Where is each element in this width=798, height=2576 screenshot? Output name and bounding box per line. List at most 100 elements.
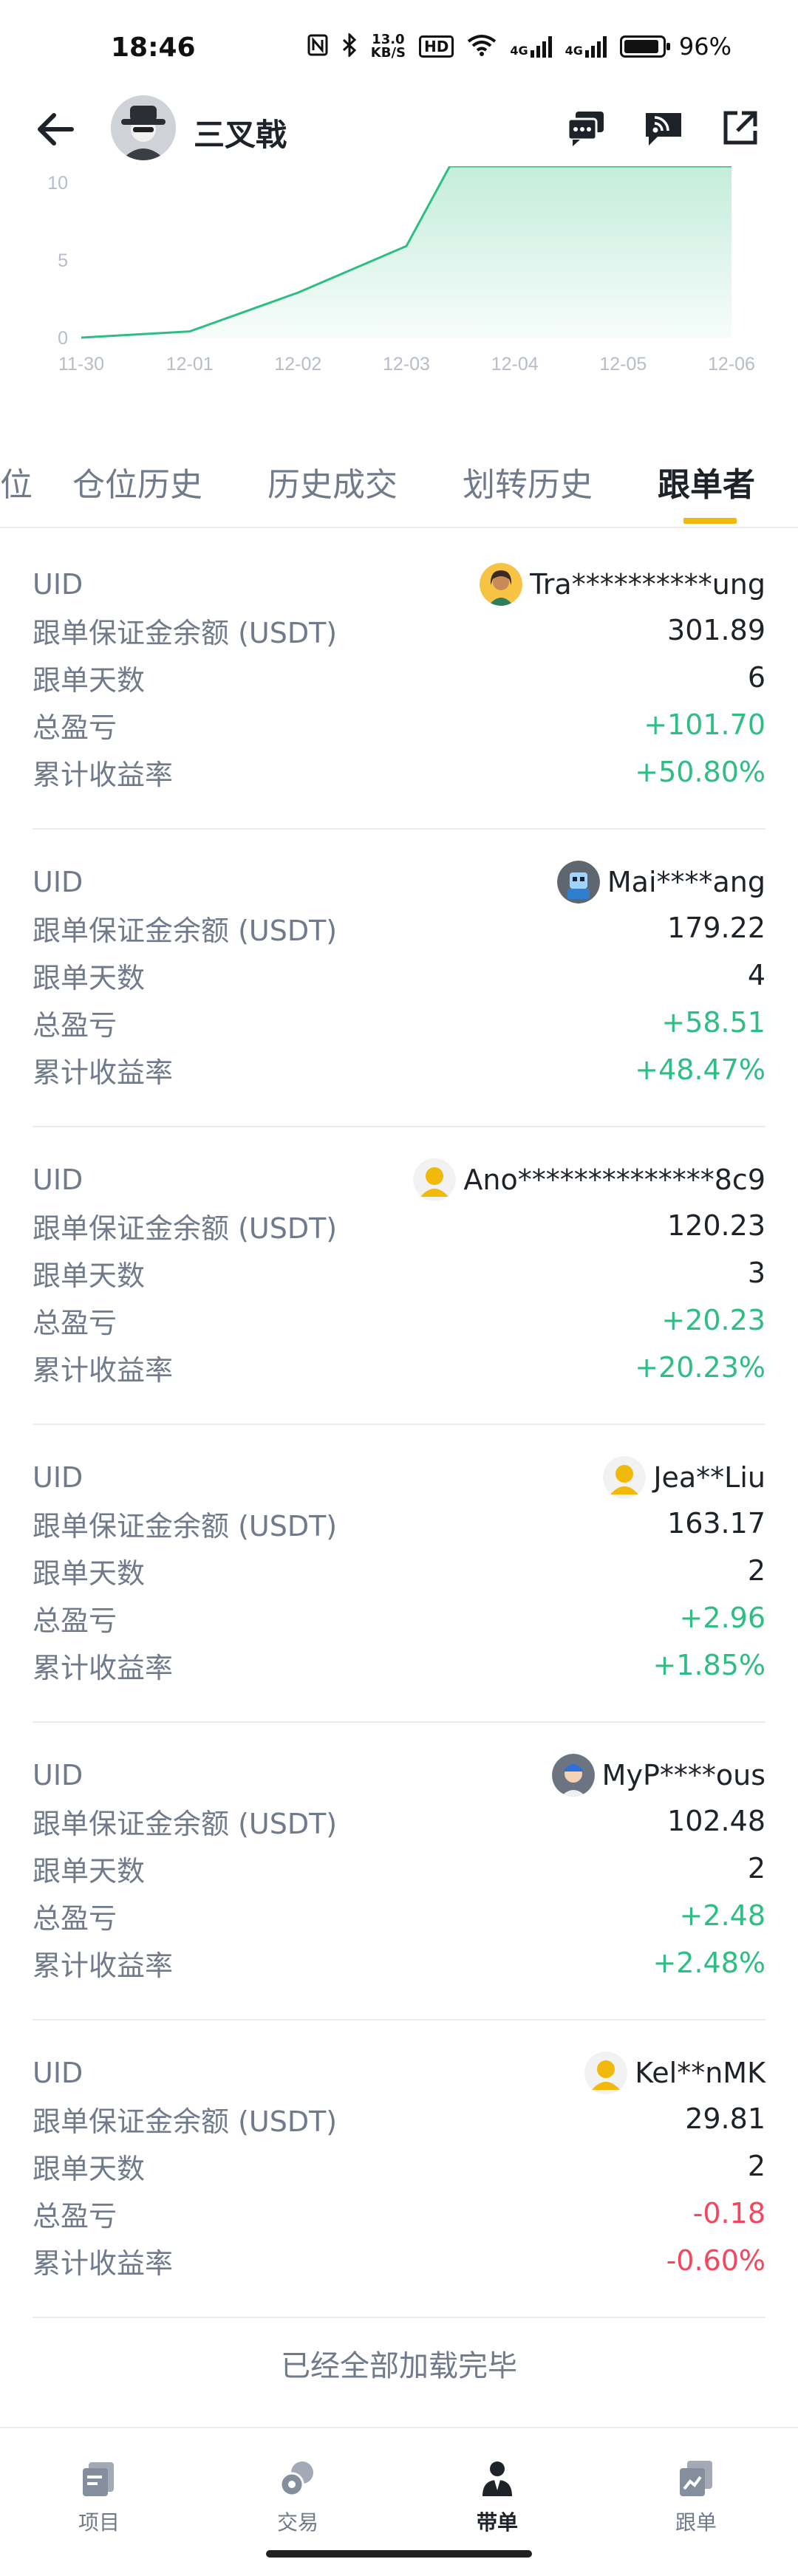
signal-bars-icon — [530, 36, 552, 58]
roi-value: +48.47% — [635, 1053, 765, 1086]
wifi-icon — [467, 34, 497, 60]
nav-lead-trade[interactable]: 带单 — [438, 2458, 556, 2536]
follower-card: UID Tra**********ung 跟单保证金余额 (USDT) 301.… — [33, 532, 765, 830]
follower-name: Jea**Liu — [653, 1461, 765, 1494]
feed-button[interactable] — [643, 107, 684, 148]
x-tick-label: 12-03 — [383, 354, 430, 375]
nav-project[interactable]: 项目 — [40, 2458, 158, 2536]
robot-avatar-icon — [556, 861, 600, 903]
uid-label: UID — [33, 866, 83, 898]
uid-row: UID Jea**Liu — [33, 1455, 765, 1500]
pnl-value: -0.18 — [692, 2197, 765, 2230]
pnl-chart-svg: 10 5 0 11-30 12-01 12-02 12-03 12-04 12-05 12-06 — [47, 165, 755, 375]
tab-trade-history[interactable]: 历史成交 — [267, 458, 398, 505]
follower-identity[interactable]: Mai****ang — [556, 861, 765, 903]
follower-identity[interactable]: Ano**************8c9 — [413, 1158, 765, 1201]
avatar — [584, 2051, 628, 2094]
bluetooth-icon — [341, 31, 358, 61]
days-label: 跟单天数 — [33, 961, 146, 994]
pnl-row: 总盈亏 +20.23 — [33, 1298, 765, 1342]
follower-name: Tra**********ung — [530, 568, 765, 601]
margin-label: 跟单保证金余额 (USDT) — [33, 1212, 338, 1245]
nav-trade[interactable]: 交易 — [239, 2458, 357, 2536]
days-value: 2 — [747, 1852, 765, 1885]
x-tick-label: 12-04 — [491, 354, 539, 375]
back-button[interactable] — [33, 109, 78, 150]
x-tick-label: 12-01 — [166, 354, 214, 375]
pnl-value: +101.70 — [644, 708, 765, 741]
days-label: 跟单天数 — [33, 663, 146, 697]
pnl-row: 总盈亏 +58.51 — [33, 1000, 765, 1045]
x-tick-label: 12-02 — [274, 354, 321, 375]
avatar — [551, 1754, 595, 1797]
nfc-icon — [307, 34, 328, 60]
follower-identity[interactable]: Kel**nMK — [584, 2051, 765, 2094]
margin-value: 179.22 — [667, 912, 765, 944]
nav-copy-trade[interactable]: 跟单 — [637, 2458, 755, 2536]
copy-trade-icon — [680, 2461, 712, 2496]
roi-value: -0.60% — [666, 2244, 765, 2277]
character-avatar-icon — [551, 1754, 595, 1797]
follower-identity[interactable]: Jea**Liu — [603, 1456, 765, 1499]
margin-label: 跟单保证金余额 (USDT) — [33, 1807, 338, 1840]
follower-list: UID Tra**********ung 跟单保证金余额 (USDT) 301.… — [0, 532, 798, 2318]
days-row: 跟单天数 2 — [33, 1846, 765, 1890]
margin-label: 跟单保证金余额 (USDT) — [33, 616, 338, 649]
network-speed: 13.0 KB/S — [371, 33, 406, 60]
margin-label: 跟单保证金余额 (USDT) — [33, 914, 338, 947]
hat-avatar-icon — [111, 95, 176, 160]
days-label: 跟单天数 — [33, 2152, 146, 2185]
pnl-row: 总盈亏 -0.18 — [33, 2191, 765, 2235]
follower-card: UID Ano**************8c9 跟单保证金余额 (USDT) … — [33, 1127, 765, 1425]
signal-4g-1: 4G — [510, 35, 552, 58]
feed-icon — [646, 113, 681, 146]
project-icon — [83, 2462, 114, 2496]
margin-value: 120.23 — [667, 1209, 765, 1242]
roi-value: +1.85% — [652, 1649, 765, 1681]
days-label: 跟单天数 — [33, 1259, 146, 1292]
margin-row: 跟单保证金余额 (USDT) 163.17 — [33, 1501, 765, 1545]
trader-avatar[interactable] — [111, 95, 176, 160]
follower-name: Mai****ang — [607, 866, 765, 898]
y-tick-label: 10 — [47, 173, 68, 194]
status-icons: 13.0 KB/S HD 4G 4G 96% — [307, 31, 732, 61]
days-value: 2 — [747, 1554, 765, 1587]
follower-card: UID Kel**nMK 跟单保证金余额 (USDT) 29.81 跟单天数 2… — [33, 2020, 765, 2318]
roi-value: +2.48% — [652, 1947, 765, 1979]
default-avatar-icon — [603, 1456, 647, 1499]
days-label: 跟单天数 — [33, 1854, 146, 1887]
margin-label: 跟单保证金余额 (USDT) — [33, 2105, 338, 2138]
roi-label: 累计收益率 — [33, 1949, 174, 1982]
speed-unit: KB/S — [370, 45, 406, 61]
uid-label: UID — [33, 2057, 83, 2089]
pnl-label: 总盈亏 — [33, 2199, 117, 2232]
chat-button[interactable] — [565, 107, 607, 148]
trader-name: 三叉戟 — [194, 117, 287, 153]
top-header: 三叉戟 — [0, 92, 798, 166]
roi-label: 累计收益率 — [33, 1056, 174, 1089]
uid-row: UID Mai****ang — [33, 860, 765, 904]
signal-bars-icon — [584, 36, 607, 58]
active-tab-indicator — [683, 518, 737, 524]
default-avatar-icon — [413, 1158, 457, 1201]
roi-value: +50.80% — [635, 756, 765, 788]
battery-icon — [619, 35, 670, 58]
days-value: 2 — [747, 2150, 765, 2182]
tab-followers[interactable]: 跟单者 — [658, 458, 755, 505]
tab-transfer-history[interactable]: 划转历史 — [463, 458, 593, 505]
pnl-row: 总盈亏 +2.48 — [33, 1893, 765, 1938]
days-value: 4 — [747, 959, 765, 991]
avatar — [413, 1158, 457, 1201]
avatar — [603, 1456, 647, 1499]
x-tick-label: 11-30 — [58, 354, 104, 375]
follower-identity[interactable]: Tra**********ung — [480, 563, 765, 606]
follower-card: UID Jea**Liu 跟单保证金余额 (USDT) 163.17 跟单天数 … — [33, 1425, 765, 1723]
tab-positions[interactable]: 位 — [0, 458, 33, 505]
margin-row: 跟单保证金余额 (USDT) 301.89 — [33, 608, 765, 652]
follower-identity[interactable]: MyP****ous — [551, 1754, 765, 1797]
share-button[interactable] — [720, 107, 761, 148]
nav-lead-trade-label: 带单 — [476, 2510, 518, 2535]
tab-position-history[interactable]: 仓位历史 — [72, 458, 202, 505]
hd-badge: HD — [419, 35, 454, 58]
pnl-value: +2.96 — [679, 1602, 765, 1634]
